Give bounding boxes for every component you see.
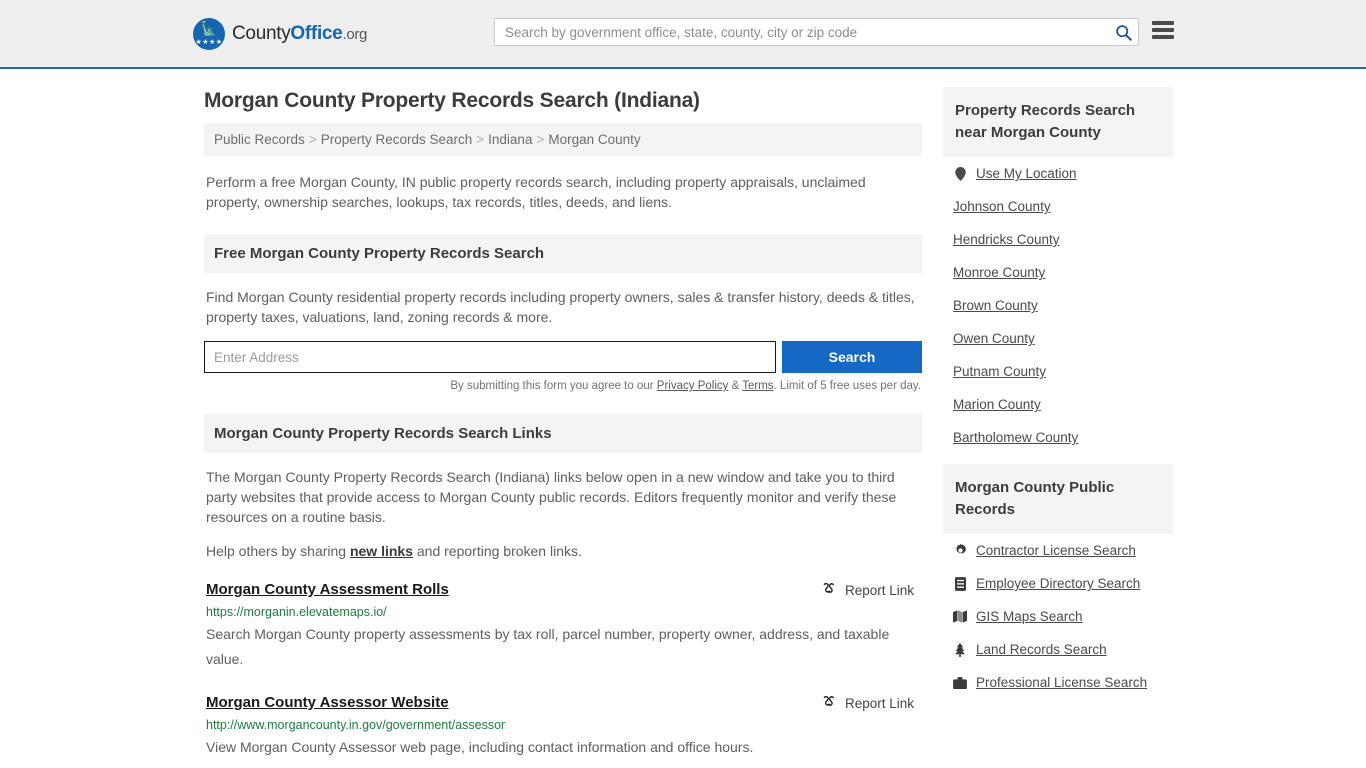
sidebar-item-brown-county[interactable]: Brown County [943, 289, 1173, 322]
page-title: Morgan County Property Records Search (I… [204, 89, 922, 113]
sidebar-item-land-records-search[interactable]: Land Records Search [943, 633, 1173, 666]
sidebar-item-use-my-location[interactable]: Use My Location [943, 157, 1173, 190]
free-search-description: Find Morgan County residential property … [204, 273, 922, 327]
site-logo[interactable]: 🗽 ★★★★ CountyOffice.org [193, 18, 367, 50]
sidebar-link-label[interactable]: Contractor License Search [976, 543, 1136, 558]
report-link-label: Report Link [845, 583, 914, 598]
sidebar-item-monroe-county[interactable]: Monroe County [943, 256, 1173, 289]
broken-link-icon [821, 694, 837, 713]
terms-link[interactable]: Terms [742, 380, 773, 392]
global-search-box[interactable] [494, 18, 1139, 46]
logo-text-org: .org [342, 26, 367, 43]
sidebar-nearby-heading: Property Records Search near Morgan Coun… [943, 87, 1173, 157]
sidebar-item-contractor-license-search[interactable]: Contractor License Search [943, 534, 1173, 567]
sidebar-link-label[interactable]: Professional License Search [976, 675, 1147, 690]
new-links-link[interactable]: new links [350, 543, 413, 559]
fineprint-amp: & [728, 380, 742, 392]
address-input[interactable] [204, 341, 776, 373]
broken-link-icon [821, 581, 837, 600]
result-url: https://morganin.elevatemaps.io/ [206, 605, 920, 619]
free-search-heading: Free Morgan County Property Records Sear… [204, 234, 922, 273]
page-body: Morgan County Property Records Search (I… [0, 69, 1366, 760]
result-title-link[interactable]: Morgan County Assessment Rolls [206, 581, 449, 598]
result-item: Morgan County Assessor Website Report Li… [204, 694, 922, 760]
links-section-description: The Morgan County Property Records Searc… [204, 453, 922, 527]
result-description: View Morgan County Assessor web page, in… [206, 735, 920, 760]
eagle-seal-icon: 🗽 ★★★★ [193, 18, 225, 50]
sidebar-link-label[interactable]: Use My Location [976, 166, 1077, 181]
sidebar-link-label[interactable]: Owen County [953, 331, 1035, 346]
help-post-text: and reporting broken links. [413, 543, 582, 559]
briefcase-icon [953, 677, 967, 689]
sidebar-item-bartholomew-county[interactable]: Bartholomew County [943, 421, 1173, 454]
sidebar-link-label[interactable]: Employee Directory Search [976, 576, 1140, 591]
sidebar-divider-gap [943, 454, 1173, 464]
result-topline: Morgan County Assessor Website Report Li… [206, 694, 920, 713]
breadcrumb-item-morgan-county: Morgan County [548, 132, 640, 147]
help-pre-text: Help others by sharing [206, 543, 350, 559]
sidebar-link-label[interactable]: Monroe County [953, 265, 1045, 280]
breadcrumb: Public Records>Property Records Search>I… [204, 123, 922, 156]
fineprint-post: . Limit of 5 free uses per day. [774, 380, 921, 392]
report-link-button[interactable]: Report Link [821, 694, 920, 713]
main-content: Morgan County Property Records Search (I… [204, 69, 922, 760]
breadcrumb-item-property-records-search[interactable]: Property Records Search [321, 132, 473, 147]
links-section-heading: Morgan County Property Records Search Li… [204, 414, 922, 453]
sidebar-link-label[interactable]: Putnam County [953, 364, 1046, 379]
breadcrumb-separator: > [476, 132, 484, 147]
site-header: 🗽 ★★★★ CountyOffice.org [0, 0, 1366, 69]
address-search-button[interactable]: Search [782, 341, 922, 373]
sidebar: Property Records Search near Morgan Coun… [943, 69, 1173, 760]
sidebar-nearby-list: Use My Location Johnson County Hendricks… [943, 157, 1173, 454]
sidebar-link-label[interactable]: Land Records Search [976, 642, 1107, 657]
report-link-label: Report Link [845, 696, 914, 711]
sidebar-item-employee-directory-search[interactable]: Employee Directory Search [943, 567, 1173, 600]
search-input[interactable] [495, 25, 1108, 40]
id-card-icon [953, 577, 967, 591]
sidebar-item-gis-maps-search[interactable]: GIS Maps Search [943, 600, 1173, 633]
sidebar-link-label[interactable]: Johnson County [953, 199, 1051, 214]
breadcrumb-separator: > [536, 132, 544, 147]
search-icon[interactable] [1108, 24, 1138, 41]
breadcrumb-separator: > [309, 132, 317, 147]
sidebar-public-records-heading: Morgan County Public Records [943, 464, 1173, 534]
sidebar-public-records-list: Contractor License Search Employee Direc… [943, 534, 1173, 699]
hamburger-menu-icon[interactable] [1152, 21, 1174, 39]
sidebar-link-label[interactable]: GIS Maps Search [976, 609, 1083, 624]
help-share-line: Help others by sharing new links and rep… [204, 543, 922, 559]
form-legal-fineprint: By submitting this form you agree to our… [204, 380, 922, 392]
sidebar-item-johnson-county[interactable]: Johnson County [943, 190, 1173, 223]
privacy-policy-link[interactable]: Privacy Policy [657, 380, 729, 392]
gear-icon [953, 544, 967, 557]
fineprint-pre: By submitting this form you agree to our [450, 380, 656, 392]
sidebar-link-label[interactable]: Bartholomew County [953, 430, 1078, 445]
sidebar-item-professional-license-search[interactable]: Professional License Search [943, 666, 1173, 699]
sidebar-link-label[interactable]: Brown County [953, 298, 1038, 313]
sidebar-link-label[interactable]: Hendricks County [953, 232, 1060, 247]
sidebar-item-marion-county[interactable]: Marion County [943, 388, 1173, 421]
map-pin-icon [953, 167, 967, 181]
address-search-form: Search [204, 341, 922, 373]
logo-text-office: Office [290, 23, 342, 44]
result-item: Morgan County Assessment Rolls Report Li… [204, 581, 922, 672]
sidebar-item-hendricks-county[interactable]: Hendricks County [943, 223, 1173, 256]
page-intro-text: Perform a free Morgan County, IN public … [204, 172, 922, 212]
breadcrumb-item-indiana[interactable]: Indiana [488, 132, 532, 147]
logo-text-county: County [232, 23, 290, 44]
result-description: Search Morgan County property assessment… [206, 622, 920, 672]
folded-map-icon [953, 610, 967, 623]
sidebar-link-label[interactable]: Marion County [953, 397, 1041, 412]
logo-wordmark: CountyOffice.org [232, 23, 367, 45]
result-title-link[interactable]: Morgan County Assessor Website [206, 694, 449, 711]
tree-icon [953, 643, 967, 657]
sidebar-item-putnam-county[interactable]: Putnam County [943, 355, 1173, 388]
result-topline: Morgan County Assessment Rolls Report Li… [206, 581, 920, 600]
result-url: http://www.morgancounty.in.gov/governmen… [206, 718, 920, 732]
report-link-button[interactable]: Report Link [821, 581, 920, 600]
breadcrumb-item-public-records[interactable]: Public Records [214, 132, 305, 147]
sidebar-item-owen-county[interactable]: Owen County [943, 322, 1173, 355]
